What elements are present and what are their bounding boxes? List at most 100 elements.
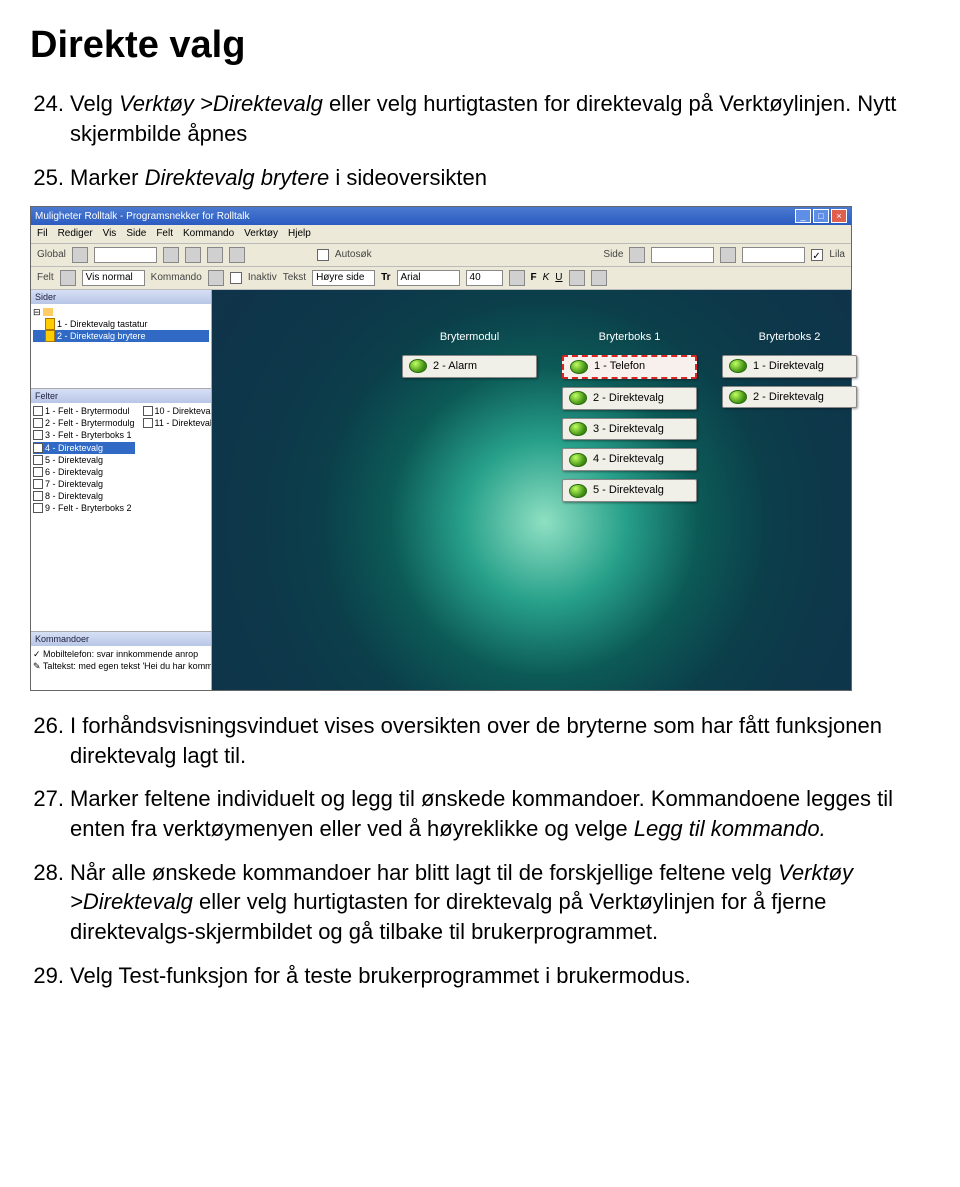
checkbox-inaktiv[interactable] <box>230 272 242 284</box>
label-felt: Felt <box>37 271 54 285</box>
toolbar-icon[interactable] <box>185 247 201 263</box>
select-visnormal[interactable]: Vis normal <box>82 270 145 286</box>
toolbar-global: Global Autosøk Side ✓ Lila <box>31 244 851 267</box>
text: I forhåndsvisningsvinduet vises oversikt… <box>70 713 882 768</box>
switch-card[interactable]: 4 - Direktevalg <box>562 448 697 471</box>
window-controls: _ □ × <box>795 209 847 223</box>
menu-felt[interactable]: Felt <box>156 227 173 241</box>
switch-card-selected[interactable]: 1 - Telefon <box>562 355 697 379</box>
bold-icon[interactable]: F <box>531 271 537 285</box>
switch-card[interactable]: 1 - Direktevalg <box>722 355 857 378</box>
toolbar-dropdown[interactable] <box>742 247 805 263</box>
led-icon <box>569 422 587 436</box>
panel-header-felter: Felter <box>31 389 211 403</box>
toolbar-icon[interactable] <box>509 270 525 286</box>
label-tekst: Tekst <box>283 271 306 285</box>
label-lila: Lila <box>829 248 845 262</box>
term: Direktevalg brytere <box>145 165 330 190</box>
switch-card[interactable]: 5 - Direktevalg <box>562 479 697 502</box>
toolbar-icon[interactable] <box>208 270 224 286</box>
tree-item-selected[interactable]: 2 - Direktevalg brytere <box>57 330 146 342</box>
app-window: Muligheter Rolltalk - Programsnekker for… <box>30 206 852 691</box>
led-icon <box>409 359 427 373</box>
switch-card[interactable]: 2 - Direktevalg <box>722 386 857 409</box>
menu-fil[interactable]: Fil <box>37 227 48 241</box>
instruction-list: 24. Velg Verktøy >Direktevalg eller velg… <box>30 89 930 192</box>
label-side: Side <box>603 248 623 262</box>
led-icon <box>570 360 588 374</box>
list-item-selected[interactable]: 4 - Direktevalg <box>45 442 103 454</box>
menu-rediger[interactable]: Rediger <box>58 227 93 241</box>
list-item[interactable]: Taltekst: med egen tekst 'Hei du har kom… <box>43 661 211 671</box>
step-number: 29. <box>30 961 64 991</box>
toolbar-icon[interactable] <box>163 247 179 263</box>
toolbar-icon[interactable] <box>569 270 585 286</box>
select-hoyre[interactable]: Høyre side <box>312 270 375 286</box>
column-header: Bryterboks 1 <box>562 330 697 345</box>
window-title: Muligheter Rolltalk - Programsnekker for… <box>35 210 250 224</box>
switch-card[interactable]: 3 - Direktevalg <box>562 418 697 441</box>
tree-item[interactable]: 1 - Direktevalg tastatur <box>57 318 148 330</box>
select-font[interactable]: Arial <box>397 270 460 286</box>
toolbar-icon[interactable] <box>591 270 607 286</box>
checkbox-lila[interactable]: ✓ <box>811 249 823 261</box>
list-item[interactable]: 5 - Direktevalg <box>45 454 103 466</box>
list-item[interactable]: 2 - Felt - Brytermodulg <box>45 417 135 429</box>
step-number: 28. <box>30 858 64 888</box>
label-autosok: Autosøk <box>335 248 372 262</box>
felter-list[interactable]: 1 - Felt - Brytermodul 2 - Felt - Bryter… <box>31 403 211 632</box>
left-panel: Sider ⊟ 1 - Direktevalg tastatur 2 - Dir… <box>31 290 212 690</box>
sider-tree[interactable]: ⊟ 1 - Direktevalg tastatur 2 - Direkteva… <box>31 304 211 389</box>
step-25: 25. Marker Direktevalg brytere i sideove… <box>70 163 930 193</box>
toolbar-icon[interactable] <box>207 247 223 263</box>
checkbox-autosok[interactable] <box>317 249 329 261</box>
page-title: Direkte valg <box>30 20 930 71</box>
list-item[interactable]: Mobiltelefon: svar innkommende anrop <box>43 649 198 659</box>
led-icon <box>729 390 747 404</box>
menu-kommando[interactable]: Kommando <box>183 227 234 241</box>
toolbar-icon[interactable] <box>720 247 736 263</box>
list-item[interactable]: 6 - Direktevalg <box>45 466 103 478</box>
instruction-list-cont: 26. I forhåndsvisningsvinduet vises over… <box>30 711 930 991</box>
menu-side[interactable]: Side <box>126 227 146 241</box>
switch-card[interactable]: 2 - Direktevalg <box>562 387 697 410</box>
toolbar-icon[interactable] <box>72 247 88 263</box>
column-header: Brytermodul <box>402 330 537 345</box>
panel-header-sider: Sider <box>31 290 211 304</box>
menu-verktoy[interactable]: Verktøy <box>244 227 278 241</box>
label-global: Global <box>37 248 66 262</box>
list-item[interactable]: 3 - Felt - Bryterboks 1 <box>45 429 132 441</box>
maximize-button[interactable]: □ <box>813 209 829 223</box>
toolbar-icon[interactable] <box>629 247 645 263</box>
text: Velg <box>70 91 119 116</box>
page-icon <box>45 318 55 330</box>
toolbar-dropdown[interactable] <box>94 247 157 263</box>
step-28: 28. Når alle ønskede kommandoer har blit… <box>70 858 930 947</box>
list-item[interactable]: 10 - Direktevalg <box>155 405 211 417</box>
step-24: 24. Velg Verktøy >Direktevalg eller velg… <box>70 89 930 148</box>
menu-hjelp[interactable]: Hjelp <box>288 227 311 241</box>
list-item[interactable]: 8 - Direktevalg <box>45 490 103 502</box>
underline-icon[interactable]: U <box>555 271 562 285</box>
toolbar-icon[interactable] <box>60 270 76 286</box>
term: Legg til kommando. <box>634 816 826 841</box>
list-item[interactable]: 1 - Felt - Brytermodul <box>45 405 130 417</box>
list-item[interactable]: 9 - Felt - Bryterboks 2 <box>45 502 132 514</box>
menu-path: Verktøy >Direktevalg <box>119 91 323 116</box>
step-27: 27. Marker feltene individuelt og legg t… <box>70 784 930 843</box>
italic-icon[interactable]: K <box>543 271 550 285</box>
list-item[interactable]: 11 - Direktevalg <box>155 417 211 429</box>
toolbar-dropdown[interactable] <box>651 247 714 263</box>
titlebar: Muligheter Rolltalk - Programsnekker for… <box>31 207 851 225</box>
select-fontsize[interactable]: 40 <box>466 270 503 286</box>
menu-vis[interactable]: Vis <box>103 227 117 241</box>
minimize-button[interactable]: _ <box>795 209 811 223</box>
page-icon <box>45 330 55 342</box>
led-icon <box>729 359 747 373</box>
list-item[interactable]: 7 - Direktevalg <box>45 478 103 490</box>
switch-card[interactable]: 2 - Alarm <box>402 355 537 378</box>
label-kommando: Kommando <box>151 271 202 285</box>
kommandoer-list[interactable]: ✓ Mobiltelefon: svar innkommende anrop ✎… <box>31 646 211 690</box>
close-button[interactable]: × <box>831 209 847 223</box>
toolbar-icon[interactable] <box>229 247 245 263</box>
